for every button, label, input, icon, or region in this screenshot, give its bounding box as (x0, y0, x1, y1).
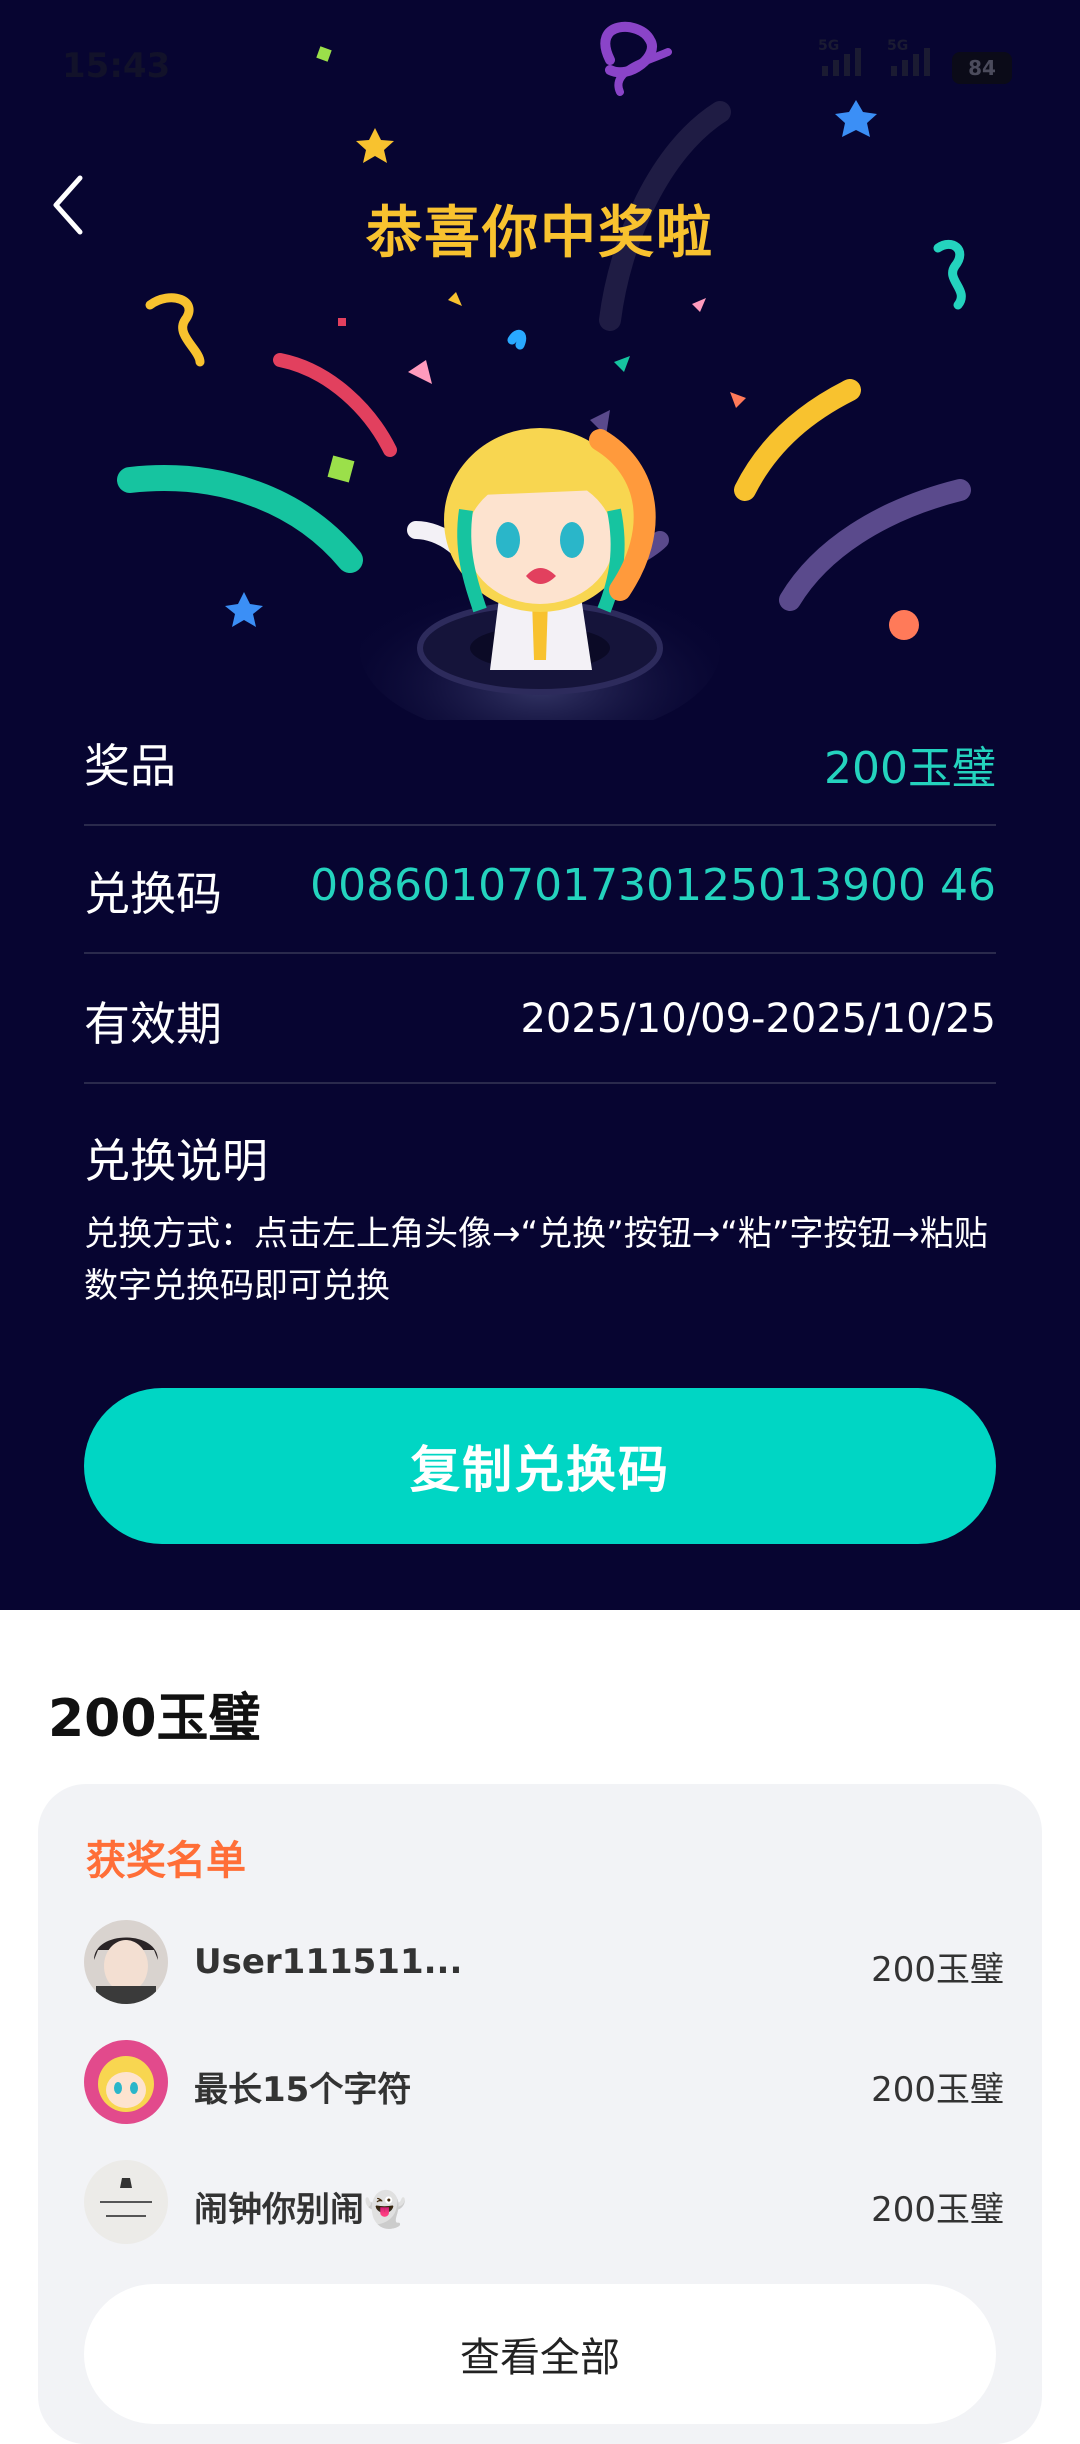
winner-prize: 200玉璧 (871, 2190, 1004, 2230)
avatar (84, 2160, 168, 2244)
prize-row: 奖品 200玉璧 (84, 696, 996, 826)
avatar (84, 2040, 168, 2124)
redemption-code[interactable]: 0086010701730125013900 46 (310, 860, 996, 911)
instructions-title: 兑换说明 (84, 1134, 268, 1188)
prize-label: 奖品 (84, 739, 176, 793)
validity-row: 有效期 2025/10/09-2025/10/25 (84, 954, 996, 1084)
winner-prize: 200玉璧 (871, 1950, 1004, 1990)
prize-section-heading: 200玉璧 (48, 1689, 261, 1749)
winners-title: 获奖名单 (86, 1838, 246, 1884)
code-row: 兑换码 0086010701730125013900 46 (84, 824, 996, 954)
validity-label: 有效期 (84, 997, 222, 1051)
winner-name: 最长15个字符 (194, 2070, 412, 2110)
page-title: 恭喜你中奖啦 (366, 201, 714, 266)
code-label: 兑换码 (84, 867, 222, 921)
winner-item: User111511... 200玉璧 (84, 1920, 1004, 2006)
avatar (84, 1920, 168, 2004)
view-all-button[interactable]: 查看全部 (84, 2284, 996, 2424)
prize-hero-section: 15:43 5G 5G 84 恭喜你中奖啦 奖品 200玉璧 兑换码 00860… (0, 0, 1080, 1610)
winner-name: 闹钟你别闹👻 (194, 2190, 407, 2230)
prize-value: 200玉璧 (824, 743, 996, 794)
winner-prize: 200玉璧 (871, 2070, 1004, 2110)
mascot-illustration (360, 410, 720, 720)
winner-name: User111511... (194, 1942, 463, 1982)
winner-item: 闹钟你别闹👻 200玉璧 (84, 2160, 1004, 2246)
winner-item: 最长15个字符 200玉璧 (84, 2040, 1004, 2126)
winners-card: 获奖名单 User111511... 200玉璧 最长15个字符 200玉璧 闹… (38, 1784, 1042, 2444)
instructions-text: 兑换方式：点击左上角头像→“兑换”按钮→“粘”字按钮→粘贴数字兑换码即可兑换 (84, 1214, 988, 1306)
copy-code-button[interactable]: 复制兑换码 (84, 1388, 996, 1544)
validity-value: 2025/10/09-2025/10/25 (520, 996, 996, 1042)
